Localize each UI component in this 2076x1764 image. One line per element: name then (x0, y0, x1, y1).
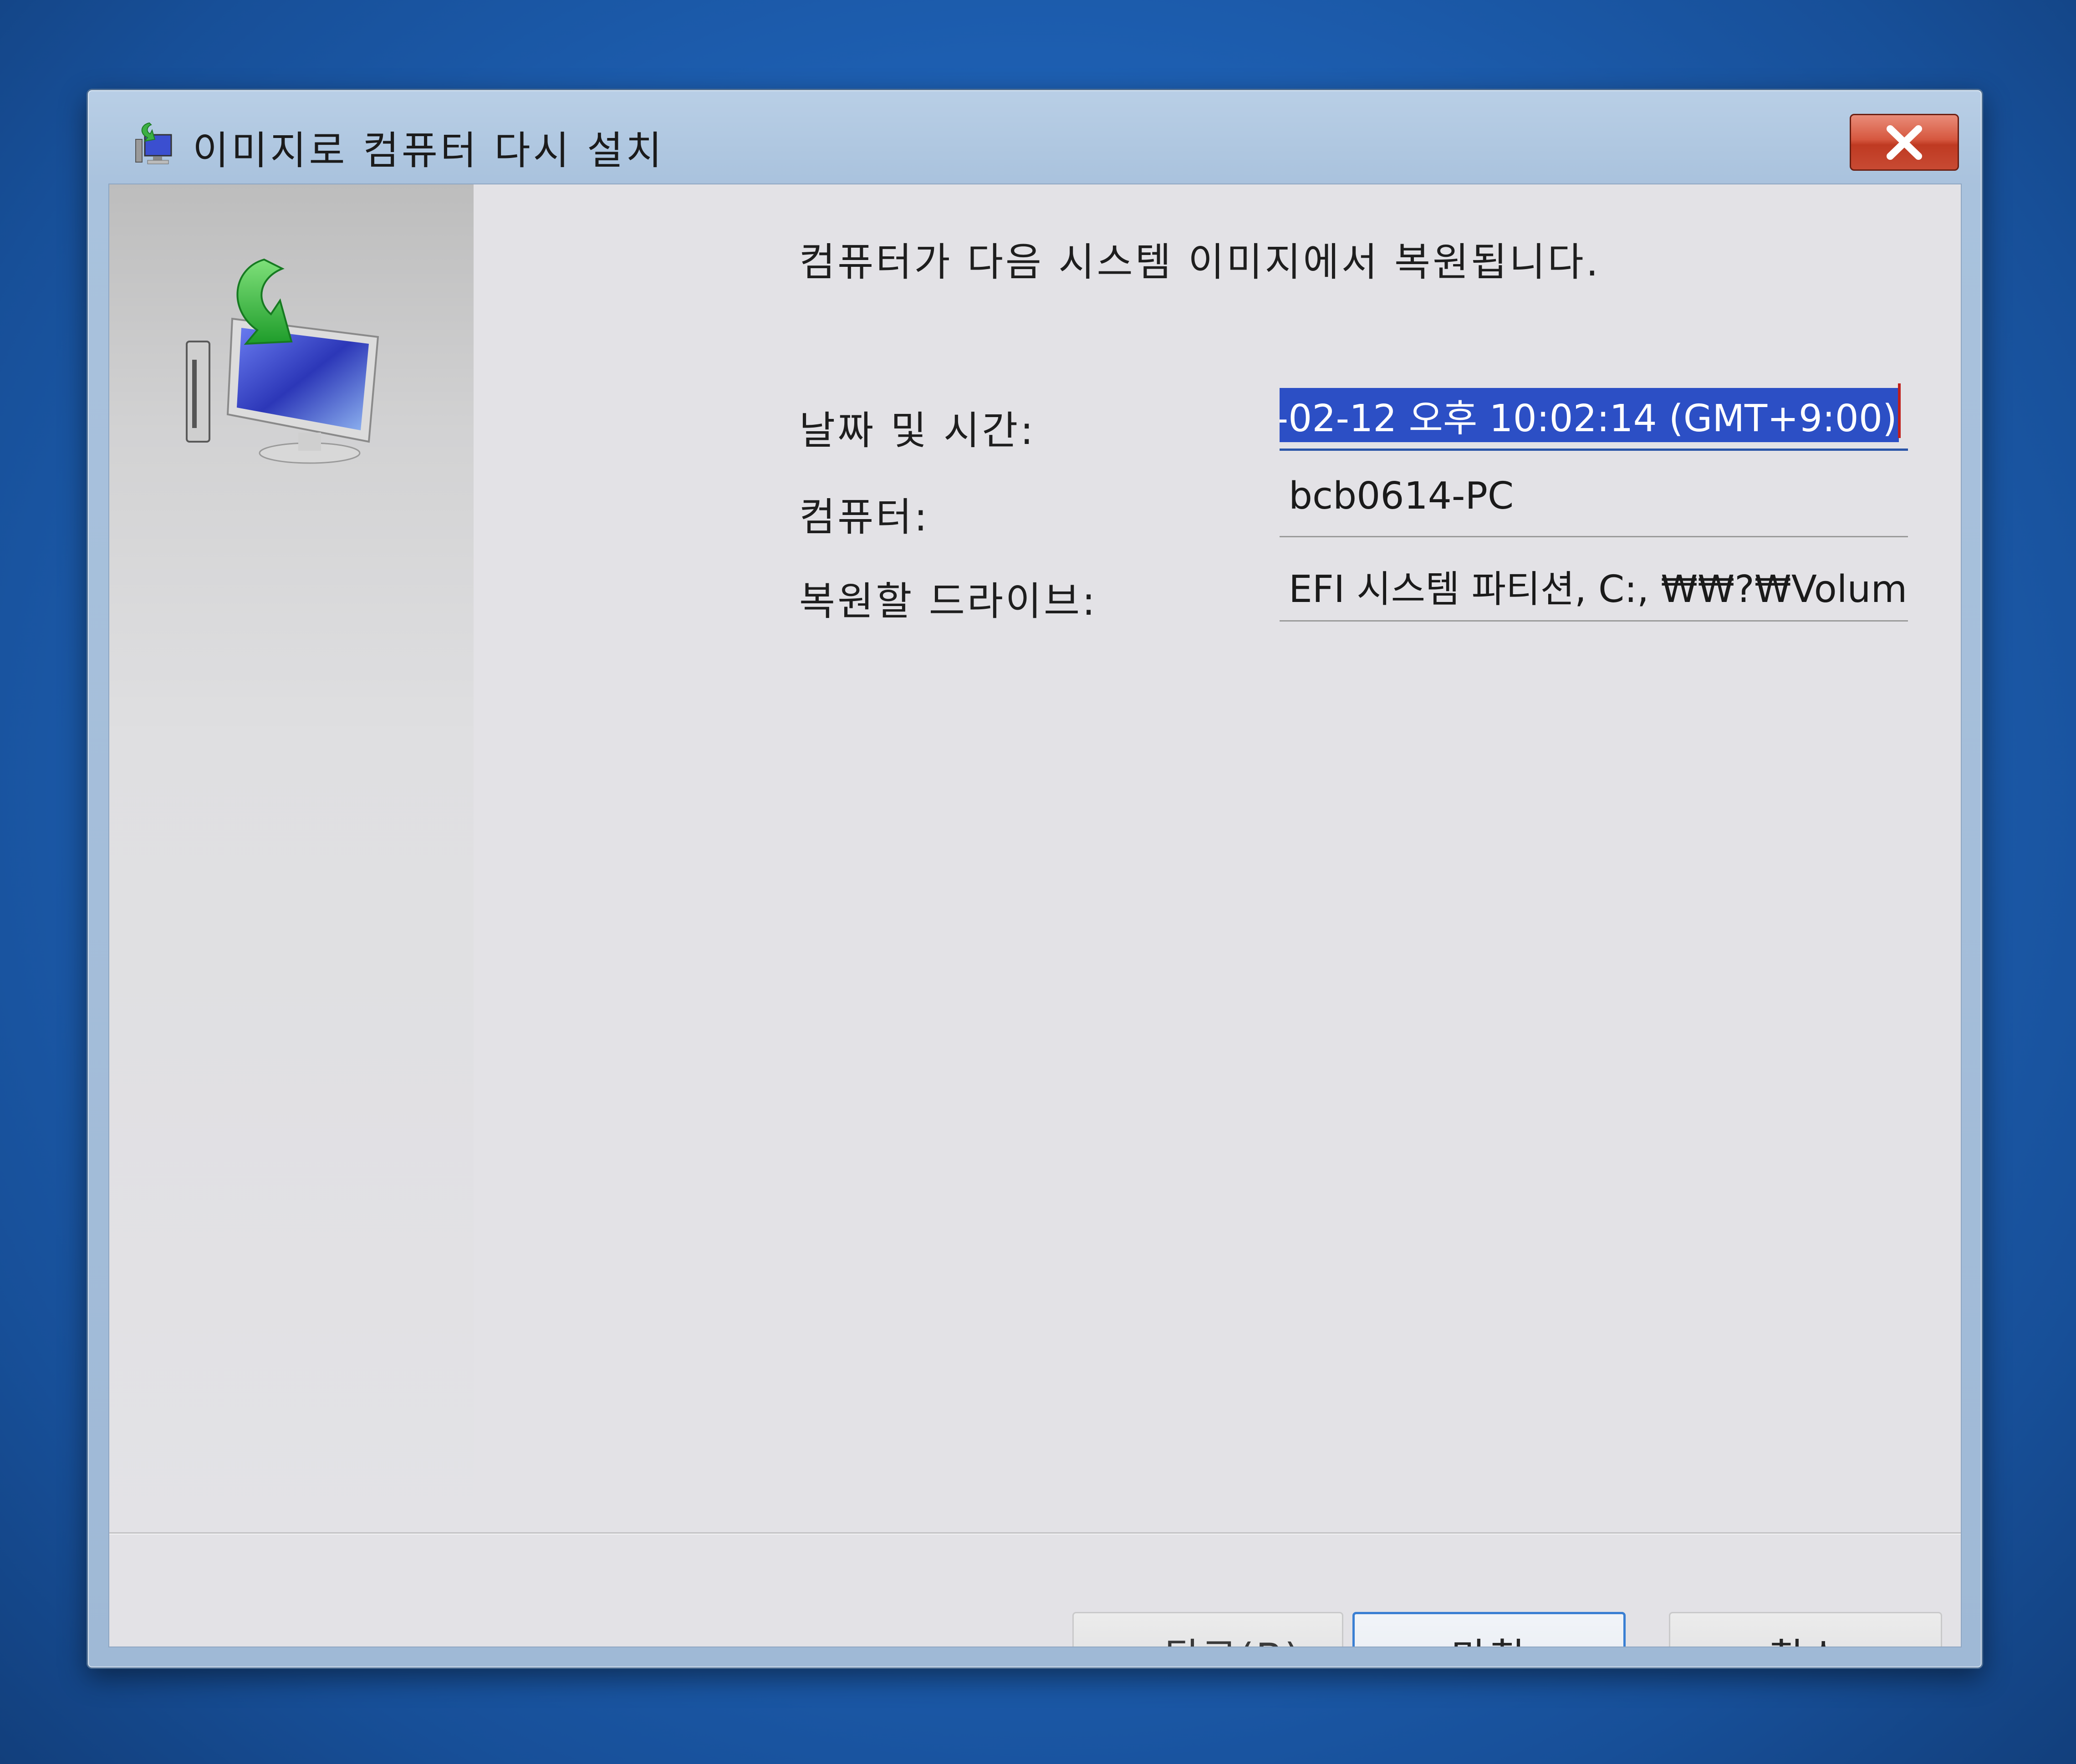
date-time-value: -02-12 오후 10:02:14 (GMT+9:00) (1280, 388, 1899, 442)
cancel-button[interactable]: 취소 (1669, 1612, 1942, 1647)
close-icon (1887, 125, 1922, 160)
dialog-window: 이미지로 컴퓨터 다시 설치 컴퓨터가 다음 시스템 이미지에서 복원됩니다. … (87, 89, 1983, 1669)
back-button[interactable]: < 뒤로(B) (1072, 1612, 1343, 1647)
drives-field[interactable]: EFI 시스템 파티션, C:, ₩₩?₩Volum (1280, 544, 1908, 622)
footer-divider (109, 1532, 1961, 1535)
computer-label: 컴퓨터: (799, 495, 930, 540)
restore-heading: 컴퓨터가 다음 시스템 이미지에서 복원됩니다. (799, 240, 1601, 285)
text-caret (1898, 383, 1901, 438)
computer-value: bcb0614-PC (1289, 474, 1514, 518)
restore-computer-icon (186, 258, 379, 464)
window-title: 이미지로 컴퓨터 다시 설치 (193, 128, 665, 173)
side-panel (109, 184, 474, 1560)
reimage-computer-icon (135, 122, 172, 164)
title-bar[interactable]: 이미지로 컴퓨터 다시 설치 (88, 90, 1982, 181)
dialog-content: 컴퓨터가 다음 시스템 이미지에서 복원됩니다. 날짜 및 시간: -02-12… (108, 184, 1962, 1647)
computer-field[interactable]: bcb0614-PC (1280, 460, 1908, 537)
finish-button[interactable]: 마침 (1352, 1612, 1626, 1647)
drives-value: EFI 시스템 파티션, C:, ₩₩?₩Volum (1289, 568, 1908, 611)
date-time-label: 날짜 및 시간: (799, 408, 1036, 454)
close-button[interactable] (1850, 114, 1959, 171)
date-time-field[interactable]: -02-12 오후 10:02:14 (GMT+9:00) (1280, 373, 1908, 451)
drives-label: 복원할 드라이브: (799, 579, 1098, 624)
